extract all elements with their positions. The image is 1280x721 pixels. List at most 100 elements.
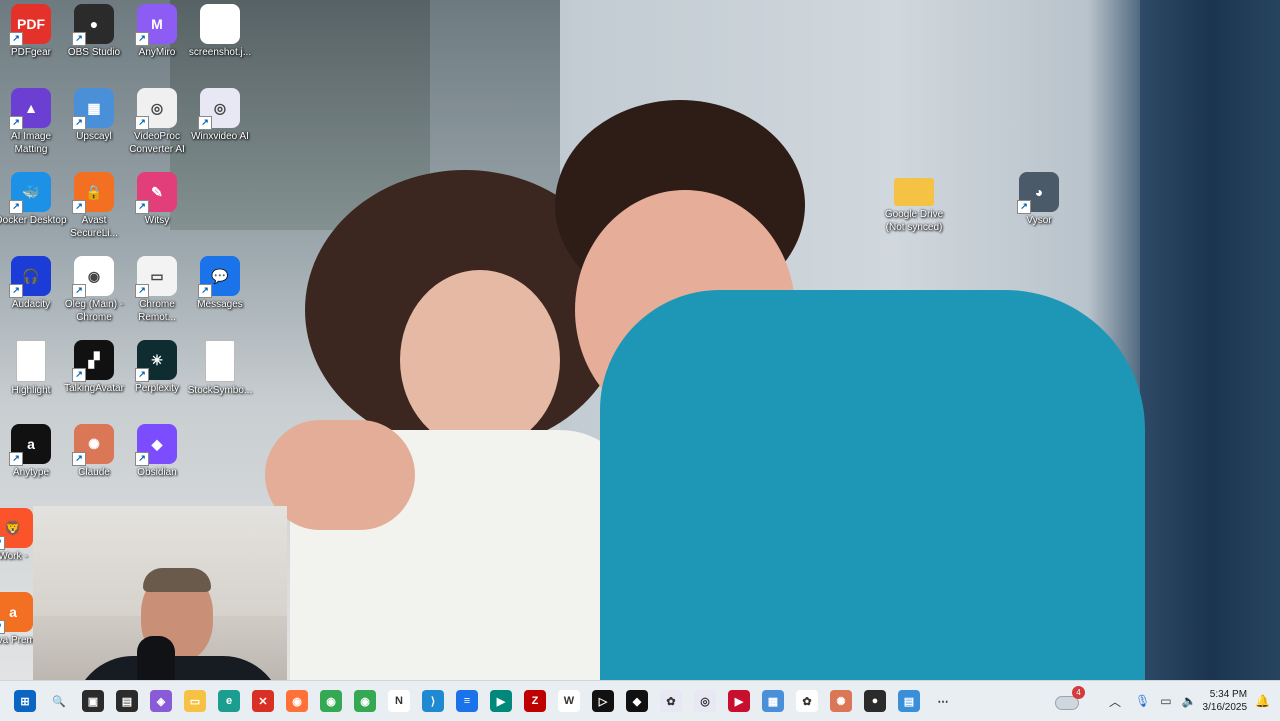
desktop-icon[interactable]: M ↗ AnyMiro <box>121 0 193 80</box>
vscode-icon[interactable]: ⟩ <box>422 690 444 712</box>
search-icon[interactable]: 🔍 <box>48 690 70 712</box>
meet-icon[interactable]: ▶ <box>490 690 512 712</box>
docker-icon: 🐳 ↗ <box>9 172 51 214</box>
shortcut-arrow-icon: ↗ <box>135 116 149 130</box>
desktop-icon-label: Oleg (Main) - Chrome <box>64 299 124 323</box>
shortcut-arrow-icon: ↗ <box>135 452 149 466</box>
desktop-icon[interactable]: StockSymbo... <box>184 336 256 416</box>
app-icon[interactable]: ▤ <box>116 690 138 712</box>
start-icon[interactable]: ⊞ <box>14 690 36 712</box>
desktop-icon[interactable]: ● ↗ OBS Studio <box>58 0 130 80</box>
desktop-icon[interactable]: ◎ ↗ Winxvideo AI <box>184 84 256 164</box>
desktop-icon-label: Perplexity <box>135 383 179 394</box>
docs-icon[interactable]: ≡ <box>456 690 478 712</box>
shortcut-arrow-icon: ↗ <box>198 116 212 130</box>
desktop-icon[interactable]: ◕ ↗ Vysor <box>1003 168 1075 248</box>
desktop-icon[interactable]: ◎ ↗ VideoProc Converter AI <box>121 84 193 164</box>
videoproc-icon[interactable]: ◎ <box>694 690 716 712</box>
desktop-icon[interactable]: ✳ ↗ Perplexity <box>121 336 193 416</box>
show-hidden-icons-chevron-icon[interactable]: ︿ <box>1109 693 1121 710</box>
desktop-icon-label: Winxvideo AI <box>191 131 249 142</box>
desktop-icon-label: Claude <box>78 467 110 478</box>
clock-date: 3/16/2025 <box>1202 702 1248 713</box>
desktop-icon-label: AI Image Matting <box>10 131 52 155</box>
desktop-icon-label: Audacity <box>11 299 51 310</box>
desktop-icon[interactable]: ▦ ↗ Upscayl <box>58 84 130 164</box>
cursor-icon[interactable]: ▷ <box>592 690 614 712</box>
shortcut-arrow-icon: ↗ <box>9 452 23 466</box>
desktop-icon-label: Anytype <box>12 467 50 478</box>
pdfgear-icon: PDF ↗ <box>9 4 51 46</box>
desktop-icon[interactable]: 🔒 ↗ Avast SecureLi... <box>58 168 130 248</box>
weather-icon[interactable]: 4 <box>1053 686 1085 712</box>
desktop-icon-label: Docker Desktop <box>0 215 67 226</box>
desktop-icon[interactable]: 🎧 ↗ Audacity <box>0 252 67 332</box>
app-icon[interactable]: ◆ <box>626 690 648 712</box>
microphone-icon[interactable]: 🎙 <box>1135 694 1150 708</box>
shortcut-arrow-icon: ↗ <box>9 284 23 298</box>
filezilla-icon[interactable]: Z <box>524 690 546 712</box>
chatgpt-icon[interactable]: ✿ <box>796 690 818 712</box>
desktop-icon-label: Highlight <box>11 385 51 396</box>
chrome-icon[interactable]: ◉ <box>320 690 342 712</box>
taskbar-pinned-apps: ⊞ 🔍 ▣ ▤ ◈ ▭ e ✕ ◉ ◉ ◉ N ⟩ ≡ ▶ Z W ▷ ◆ ✿ ◎ ▶ ▦ ✿ ✺ ● ▤ ⋯ <box>8 690 960 712</box>
desktop-icon-label: Vysor <box>1026 215 1052 226</box>
desktop-icon[interactable]: 🐳 ↗ Docker Desktop <box>0 168 67 248</box>
file-explorer-icon[interactable]: ▭ <box>184 690 206 712</box>
notepad-icon[interactable]: ▤ <box>898 690 920 712</box>
shortcut-arrow-icon: ↗ <box>135 32 149 46</box>
volume-icon[interactable]: 🔈 <box>1182 694 1197 708</box>
upscayl-icon[interactable]: ▦ <box>762 690 784 712</box>
desktop-icon[interactable]: ✎ ↗ Witsy <box>121 168 193 248</box>
claude-icon[interactable]: ✺ <box>830 690 852 712</box>
desktop-icon[interactable]: screenshot.j... <box>184 0 256 80</box>
shortcut-arrow-icon: ↗ <box>198 284 212 298</box>
shortcut-arrow-icon: ↗ <box>72 284 86 298</box>
talkingavatar-icon: ▞ ↗ <box>72 340 114 382</box>
more-icon[interactable]: ⋯ <box>932 690 954 712</box>
desktop-icon[interactable]: Highlight <box>0 336 67 416</box>
photo-woman-face <box>400 270 560 450</box>
desktop-icon-label: PDFgear <box>10 47 51 58</box>
app-icon[interactable]: ✿ <box>660 690 682 712</box>
desktop-icon[interactable]: ◉ ↗ Oleg (Main) - Chrome <box>58 252 130 332</box>
clock[interactable]: 5:34 PM 3/16/2025 <box>1203 688 1248 714</box>
firefox-icon[interactable]: ◉ <box>286 690 308 712</box>
shortcut-arrow-icon: ↗ <box>72 32 86 46</box>
messages-icon: 💬 ↗ <box>198 256 240 298</box>
desktop-icon[interactable]: Google Drive (Not synced) <box>878 168 950 248</box>
shortcut-arrow-icon: ↗ <box>135 284 149 298</box>
witsy-icon: ✎ ↗ <box>135 172 177 214</box>
desktop-icon-label: Chrome Remot... <box>138 299 176 323</box>
app-icon[interactable]: ▶ <box>728 690 750 712</box>
notion-icon[interactable]: N <box>388 690 410 712</box>
webcam-overlay <box>33 506 287 696</box>
desktop-icon[interactable]: ◆ ↗ Obsidian <box>121 420 193 500</box>
desktop-icon-label: Avast SecureLi... <box>70 215 118 239</box>
shortcut-arrow-icon: ↗ <box>9 200 23 214</box>
network-icon[interactable]: ▭ <box>1160 694 1171 708</box>
desktop-icon-label: Upscayl <box>76 131 112 142</box>
edge-icon[interactable]: e <box>218 690 240 712</box>
desktop-icon[interactable]: 💬 ↗ Messages <box>184 252 256 332</box>
chrome-profile-icon[interactable]: ◉ <box>354 690 376 712</box>
photo-arm <box>265 420 415 530</box>
obs-icon[interactable]: ● <box>864 690 886 712</box>
file-icon <box>16 340 46 382</box>
desktop-icon[interactable]: ✺ ↗ Claude <box>58 420 130 500</box>
desktop-icon[interactable]: ▞ ↗ TalkingAvatar <box>58 336 130 416</box>
app-icon[interactable]: ✕ <box>252 690 274 712</box>
copilot-icon[interactable]: ◈ <box>150 690 172 712</box>
desktop-icon[interactable]: ▭ ↗ Chrome Remot... <box>121 252 193 332</box>
notifications-bell-icon[interactable]: 🔔 <box>1255 694 1270 708</box>
shortcut-arrow-icon: ↗ <box>0 620 5 634</box>
desktop-icon[interactable]: ▲ ↗ AI Image Matting <box>0 84 67 164</box>
app-w-icon[interactable]: W <box>558 690 580 712</box>
desktop-icon[interactable]: a ↗ Anytype <box>0 420 67 500</box>
task-view-icon[interactable]: ▣ <box>82 690 104 712</box>
obsidian-icon: ◆ ↗ <box>135 424 177 466</box>
desktop-icon-label: screenshot.j... <box>188 47 252 58</box>
shortcut-arrow-icon: ↗ <box>9 116 23 130</box>
desktop-icon[interactable]: PDF ↗ PDFgear <box>0 0 67 80</box>
chrome-remote-icon: ▭ ↗ <box>135 256 177 298</box>
